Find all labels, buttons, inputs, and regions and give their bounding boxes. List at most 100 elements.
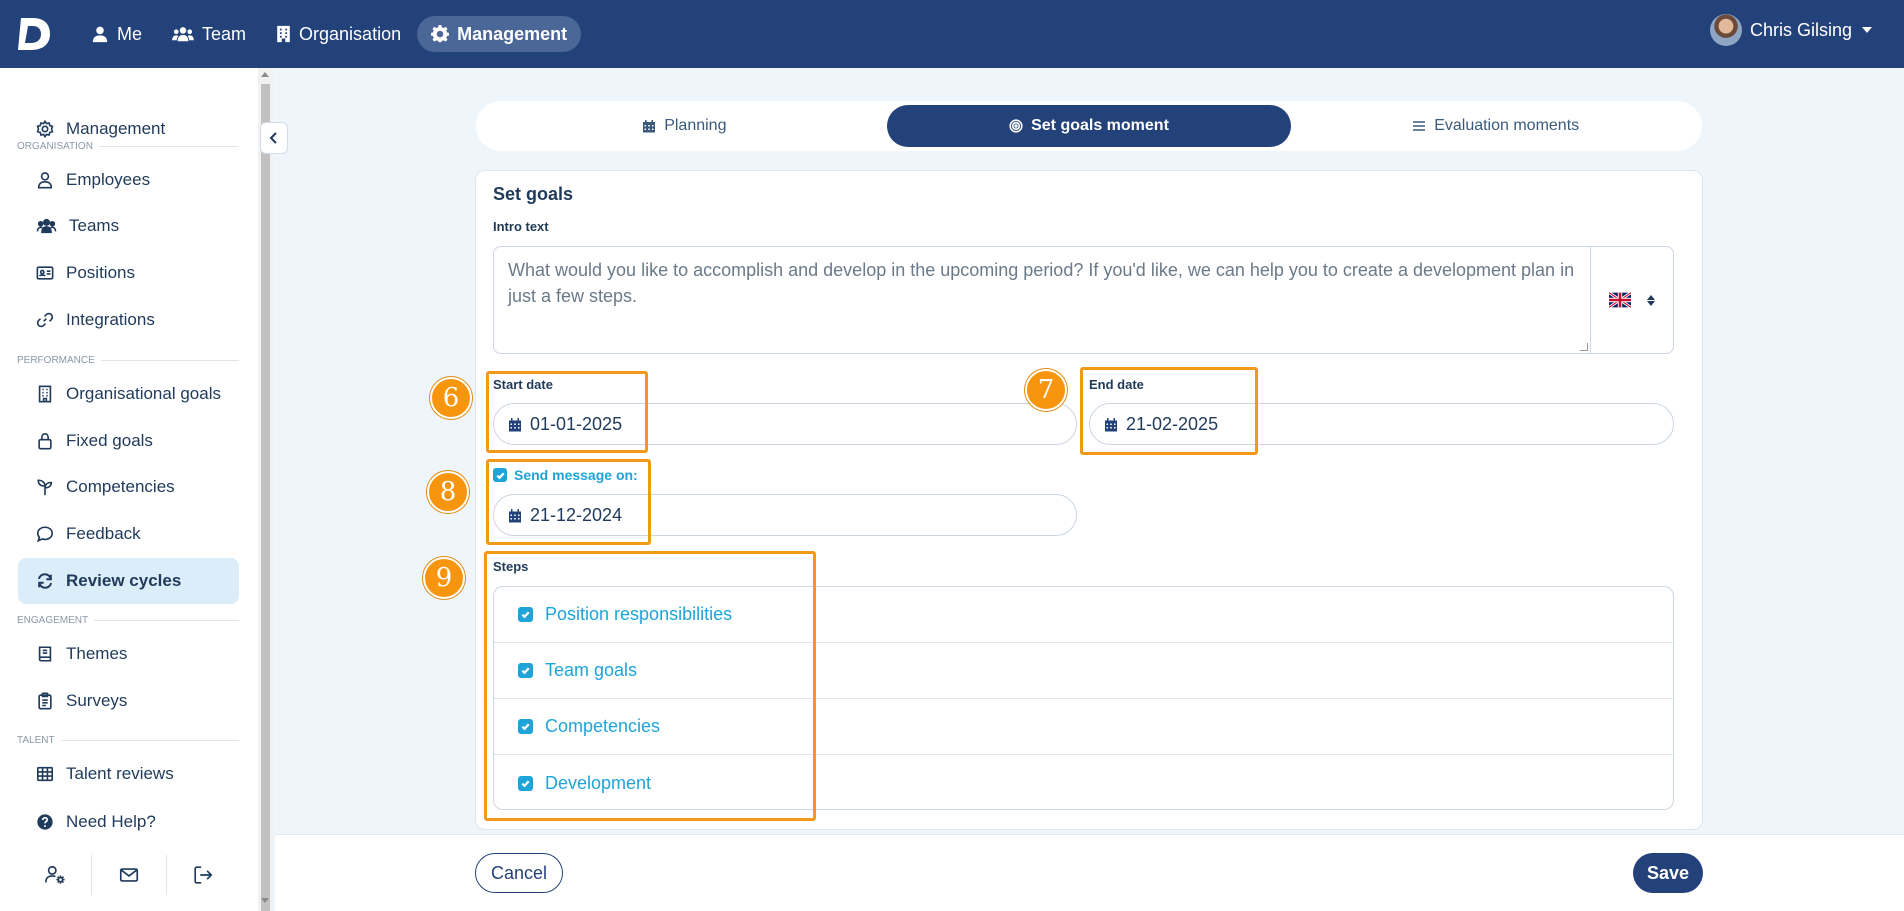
sidebar-item-integrations[interactable]: Integrations <box>18 297 239 343</box>
nav-team-label: Team <box>202 23 247 44</box>
sidebar-item-label: Feedback <box>66 524 141 543</box>
intro-text-field: What would you like to accomplish and de… <box>493 246 1674 354</box>
intro-textarea[interactable]: What would you like to accomplish and de… <box>494 247 1591 353</box>
sidebar-item-positions[interactable]: Positions <box>18 250 239 296</box>
sidebar-item-competencies[interactable]: Competencies <box>18 464 239 510</box>
nav-management-label: Management <box>457 23 568 44</box>
sidebar-scrollbar[interactable] <box>258 68 273 911</box>
account-settings-button[interactable] <box>18 855 91 895</box>
refresh-icon <box>37 573 53 589</box>
tab-set-goals-moment[interactable]: Set goals moment <box>886 105 1292 147</box>
sidebar-section-performance: PERFORMANCE <box>17 355 239 366</box>
sidebar-item-label: Teams <box>69 216 120 235</box>
sidebar-item-need-help[interactable]: Need Help? <box>18 799 239 845</box>
highlight-box <box>484 551 816 821</box>
sidebar-item-fixed-goals[interactable]: Fixed goals <box>18 418 239 464</box>
gear-icon <box>431 25 450 43</box>
sidebar: Management ORGANISATION Employees Teams … <box>0 68 258 911</box>
sidebar-section-engagement: ENGAGEMENT <box>17 615 239 626</box>
collapse-sidebar-button[interactable] <box>260 122 288 154</box>
save-button[interactable]: Save <box>1633 853 1703 893</box>
building-icon <box>277 25 290 43</box>
user-name: Chris Gilsing <box>1749 19 1852 40</box>
sidebar-item-label: Competencies <box>66 477 175 496</box>
tab-label: Set goals moment <box>1031 117 1169 134</box>
sprout-icon <box>37 479 53 496</box>
nav-team[interactable]: Team <box>158 16 260 52</box>
sidebar-item-label: Fixed goals <box>66 431 153 450</box>
sidebar-section-talent: TALENT <box>17 735 239 746</box>
chevron-left-icon <box>269 132 277 144</box>
nav-management[interactable]: Management <box>417 16 582 52</box>
sidebar-item-review-cycles[interactable]: Review cycles <box>18 558 239 604</box>
target-icon <box>1009 119 1023 133</box>
avatar <box>1709 14 1742 46</box>
user-menu[interactable]: Chris Gilsing <box>1709 14 1872 46</box>
logo-d-icon <box>18 18 50 50</box>
section-title: Set goals <box>493 184 574 204</box>
logout-icon <box>194 866 213 884</box>
sidebar-item-organisational-goals[interactable]: Organisational goals <box>18 371 239 417</box>
scroll-down-arrow-icon[interactable] <box>261 898 269 903</box>
id-card-icon <box>36 266 54 280</box>
app-logo[interactable] <box>17 16 51 52</box>
users-icon <box>36 218 57 234</box>
sidebar-item-teams[interactable]: Teams <box>18 203 239 249</box>
sidebar-item-label: Review cycles <box>66 571 182 590</box>
lock-icon <box>38 432 52 450</box>
tab-label: Planning <box>664 117 727 134</box>
help-circle-icon <box>37 814 53 830</box>
book-icon <box>38 646 52 662</box>
step-badge: 7 <box>1025 369 1067 411</box>
user-settings-icon <box>44 865 65 884</box>
sidebar-item-themes[interactable]: Themes <box>18 631 239 677</box>
list-icon <box>1413 121 1426 131</box>
sidebar-item-label: Organisational goals <box>66 384 221 403</box>
resize-handle-icon[interactable] <box>1580 343 1588 351</box>
nav-organisation-label: Organisation <box>299 23 402 44</box>
chat-bubble-icon <box>36 526 54 543</box>
intro-text-value: What would you like to accomplish and de… <box>508 260 1575 306</box>
logout-button[interactable] <box>165 855 240 895</box>
tab-label: Evaluation moments <box>1434 117 1580 134</box>
step-badge: 9 <box>423 557 465 599</box>
sidebar-section-organisation: ORGANISATION <box>17 141 239 152</box>
more-options-icon[interactable]: ··· <box>1670 57 1693 77</box>
cancel-button[interactable]: Cancel <box>475 853 563 893</box>
nav-organisation[interactable]: Organisation <box>262 16 415 52</box>
building-icon <box>38 385 52 403</box>
tab-evaluation-moments[interactable]: Evaluation moments <box>1293 105 1698 147</box>
sidebar-item-surveys[interactable]: Surveys <box>18 678 239 724</box>
highlight-box <box>486 459 651 545</box>
language-select[interactable] <box>1591 247 1673 353</box>
sidebar-item-employees[interactable]: Employees <box>18 157 239 203</box>
highlight-box <box>486 371 648 453</box>
tab-planning[interactable]: Planning <box>482 105 887 147</box>
intro-text-label: Intro text <box>493 219 549 234</box>
messages-button[interactable] <box>91 855 165 895</box>
sidebar-item-feedback[interactable]: Feedback <box>18 511 239 557</box>
step-badge: 6 <box>430 377 472 419</box>
top-navigation-bar: Me Team Organisation Management Chris Gi… <box>0 0 1904 68</box>
users-icon <box>172 27 194 42</box>
sidebar-item-label: Surveys <box>66 691 128 710</box>
clipboard-icon <box>38 692 52 710</box>
gear-icon <box>36 120 54 138</box>
sidebar-item-label: Need Help? <box>66 812 156 831</box>
grid-icon <box>36 766 54 782</box>
sidebar-item-label: Integrations <box>66 310 155 329</box>
nav-me[interactable]: Me <box>77 16 156 52</box>
user-icon <box>92 26 108 43</box>
sidebar-item-label: Management <box>66 119 166 138</box>
sidebar-item-talent-reviews[interactable]: Talent reviews <box>18 751 239 797</box>
scroll-up-arrow-icon[interactable] <box>261 72 269 77</box>
scrollbar-thumb[interactable] <box>261 84 270 911</box>
sidebar-item-label: Themes <box>66 644 128 663</box>
sidebar-item-label: Employees <box>66 170 151 189</box>
sidebar-item-label: Talent reviews <box>66 764 174 783</box>
chevron-down-icon <box>1862 27 1872 33</box>
sort-arrows-icon <box>1647 294 1655 306</box>
highlight-box <box>1080 367 1258 455</box>
step-badge: 8 <box>427 471 469 513</box>
calendar-icon <box>643 120 656 133</box>
